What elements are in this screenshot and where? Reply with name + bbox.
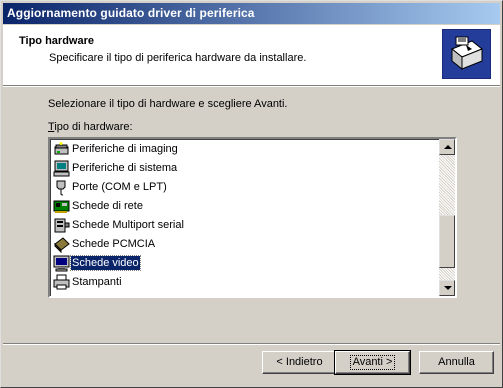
window-title: Aggiornamento guidato driver di periferi…: [7, 6, 255, 20]
list-item[interactable]: Porte (COM e LPT): [50, 178, 439, 197]
list-item[interactable]: Stampanti: [50, 273, 439, 292]
wizard-window: Aggiornamento guidato driver di periferi…: [0, 0, 503, 388]
wizard-header: Tipo hardware Specificare il tipo di per…: [3, 25, 500, 85]
cancel-button[interactable]: Annulla: [419, 351, 494, 374]
hardware-type-label-text: ipo di hardware:: [54, 121, 133, 133]
list-item-label: Stampanti: [72, 276, 122, 288]
list-item-label: Schede di rete: [72, 200, 143, 212]
list-item[interactable]: Schede PCMCIA: [50, 235, 439, 254]
list-item[interactable]: Schede video: [50, 254, 439, 273]
list-item-label: Schede Multiport serial: [72, 219, 184, 231]
header-title: Tipo hardware: [19, 35, 94, 47]
hardware-type-label: Tipo di hardware:: [48, 121, 133, 133]
hardware-wizard-icon: [442, 29, 491, 79]
printer-icon: [53, 274, 70, 290]
list-item-label: Porte (COM e LPT): [72, 181, 167, 193]
header-subtitle: Specificare il tipo di periferica hardwa…: [49, 52, 307, 64]
back-button-label: < Indietro: [276, 356, 323, 368]
list-item-label: Periferiche di sistema: [72, 162, 178, 174]
vertical-scrollbar[interactable]: [439, 139, 455, 296]
title-bar[interactable]: Aggiornamento guidato driver di periferi…: [3, 3, 500, 24]
multiport-card-icon: [54, 218, 70, 233]
arrow-down-icon: [444, 286, 452, 290]
port-icon: [56, 180, 66, 196]
list-item[interactable]: Schede Multiport serial: [50, 216, 439, 235]
list-item[interactable]: Periferiche di imaging: [50, 140, 439, 159]
list-item-partial[interactable]: [50, 292, 439, 296]
hardware-type-list[interactable]: Periferiche di imaging Periferiche di sis…: [48, 137, 457, 298]
scroll-thumb[interactable]: [439, 215, 455, 268]
scroll-up-button[interactable]: [439, 139, 455, 155]
scanner-icon: [54, 142, 69, 155]
list-item[interactable]: Periferiche di sistema: [50, 159, 439, 178]
display-adapter-icon: [53, 255, 70, 272]
hardware-list-rows: Periferiche di imaging Periferiche di sis…: [50, 140, 439, 296]
system-device-icon: [53, 160, 70, 177]
cancel-button-label: Annulla: [438, 356, 475, 368]
network-card-icon: [53, 200, 70, 213]
list-item-label: Schede video: [70, 255, 141, 271]
scroll-down-button[interactable]: [439, 280, 455, 296]
header-divider: [3, 85, 500, 87]
instruction-text: Selezionare il tipo di hardware e scegli…: [48, 98, 288, 110]
list-item[interactable]: Schede di rete: [50, 197, 439, 216]
pcmcia-card-icon: [54, 237, 70, 253]
footer-divider: [3, 343, 500, 345]
arrow-up-icon: [444, 145, 452, 149]
next-button[interactable]: Avanti >: [334, 350, 411, 375]
list-item-label: Schede PCMCIA: [72, 238, 156, 250]
back-button[interactable]: < Indietro: [262, 351, 337, 374]
next-button-label: Avanti >: [349, 355, 396, 370]
list-item-label: Periferiche di imaging: [72, 143, 178, 155]
